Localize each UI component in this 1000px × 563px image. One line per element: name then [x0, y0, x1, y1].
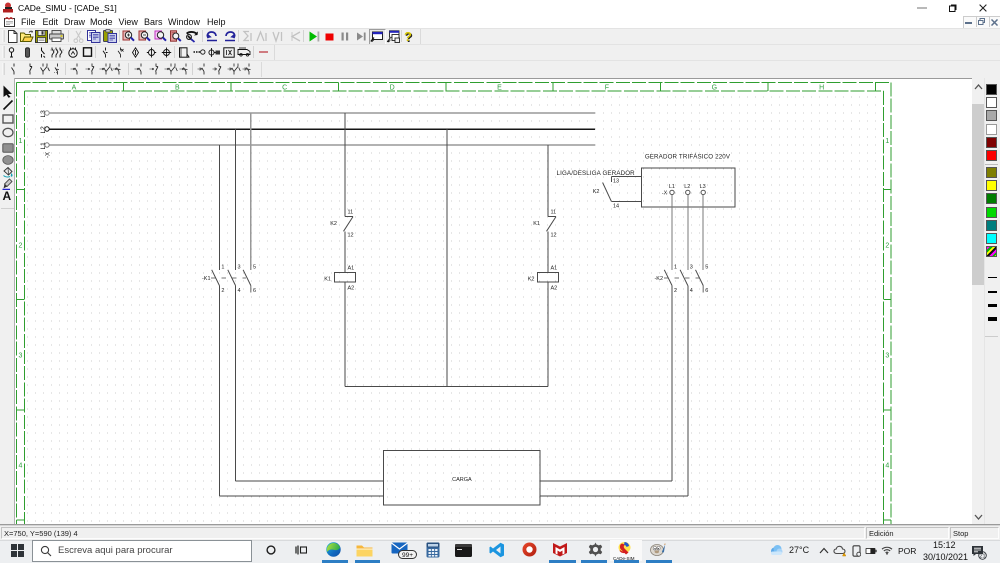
svg-text:6: 6 — [705, 288, 708, 294]
svg-text:1: 1 — [19, 138, 23, 145]
svg-text:K1: K1 — [324, 276, 331, 282]
svg-text:1: 1 — [221, 265, 224, 271]
svg-text:K2: K2 — [528, 276, 535, 282]
svg-text:L1: L1 — [40, 142, 47, 150]
svg-text:2: 2 — [19, 243, 23, 250]
svg-text:D: D — [390, 85, 395, 92]
svg-text:K2: K2 — [593, 189, 600, 195]
svg-text:CARGA: CARGA — [452, 477, 472, 483]
svg-text:L3: L3 — [40, 110, 47, 118]
svg-text:L2: L2 — [40, 126, 47, 134]
svg-text:GERADOR TRIFÁSICO 220V: GERADOR TRIFÁSICO 220V — [645, 154, 731, 161]
svg-text:-K1: -K1 — [202, 276, 211, 282]
svg-text:L2: L2 — [684, 184, 690, 190]
svg-text:K2: K2 — [330, 221, 337, 227]
svg-text:E: E — [497, 85, 502, 92]
svg-text:5: 5 — [705, 265, 708, 271]
svg-text:L3: L3 — [700, 184, 706, 190]
svg-text:3: 3 — [690, 265, 693, 271]
svg-text:12: 12 — [348, 233, 354, 239]
svg-text:2: 2 — [221, 288, 224, 294]
svg-text:H: H — [819, 85, 824, 92]
svg-text:L1: L1 — [669, 184, 675, 190]
svg-text:11: 11 — [551, 210, 557, 216]
svg-text:4: 4 — [238, 288, 241, 294]
svg-text:11: 11 — [348, 210, 354, 216]
svg-text:4: 4 — [19, 463, 23, 470]
svg-text:4: 4 — [690, 288, 693, 294]
svg-text:-K2: -K2 — [654, 276, 663, 282]
svg-text:A2: A2 — [348, 285, 355, 291]
svg-text:F: F — [605, 85, 609, 92]
svg-text:12: 12 — [551, 233, 557, 239]
svg-text:5: 5 — [253, 265, 256, 271]
svg-text:2: 2 — [885, 243, 889, 250]
svg-text:B: B — [175, 85, 180, 92]
svg-text:3: 3 — [19, 353, 23, 360]
svg-text:-X: -X — [662, 190, 668, 196]
svg-text:K1: K1 — [533, 221, 540, 227]
svg-text:4: 4 — [885, 463, 889, 470]
svg-text:6: 6 — [253, 288, 256, 294]
svg-text:3: 3 — [885, 353, 889, 360]
svg-text:13: 13 — [613, 179, 619, 185]
svg-text:A2: A2 — [551, 285, 558, 291]
svg-text:2: 2 — [674, 288, 677, 294]
svg-text:G: G — [712, 85, 717, 92]
svg-text:3: 3 — [238, 265, 241, 271]
svg-text:A: A — [72, 85, 77, 92]
svg-text:-X: -X — [46, 152, 52, 158]
svg-text:14: 14 — [613, 204, 619, 210]
svg-text:A1: A1 — [551, 265, 558, 271]
svg-text:LIGA/DESLIGA GERADOR: LIGA/DESLIGA GERADOR — [557, 170, 636, 177]
svg-text:A1: A1 — [348, 265, 355, 271]
svg-text:1: 1 — [674, 265, 677, 271]
svg-text:1: 1 — [885, 138, 889, 145]
svg-text:C: C — [282, 85, 287, 92]
